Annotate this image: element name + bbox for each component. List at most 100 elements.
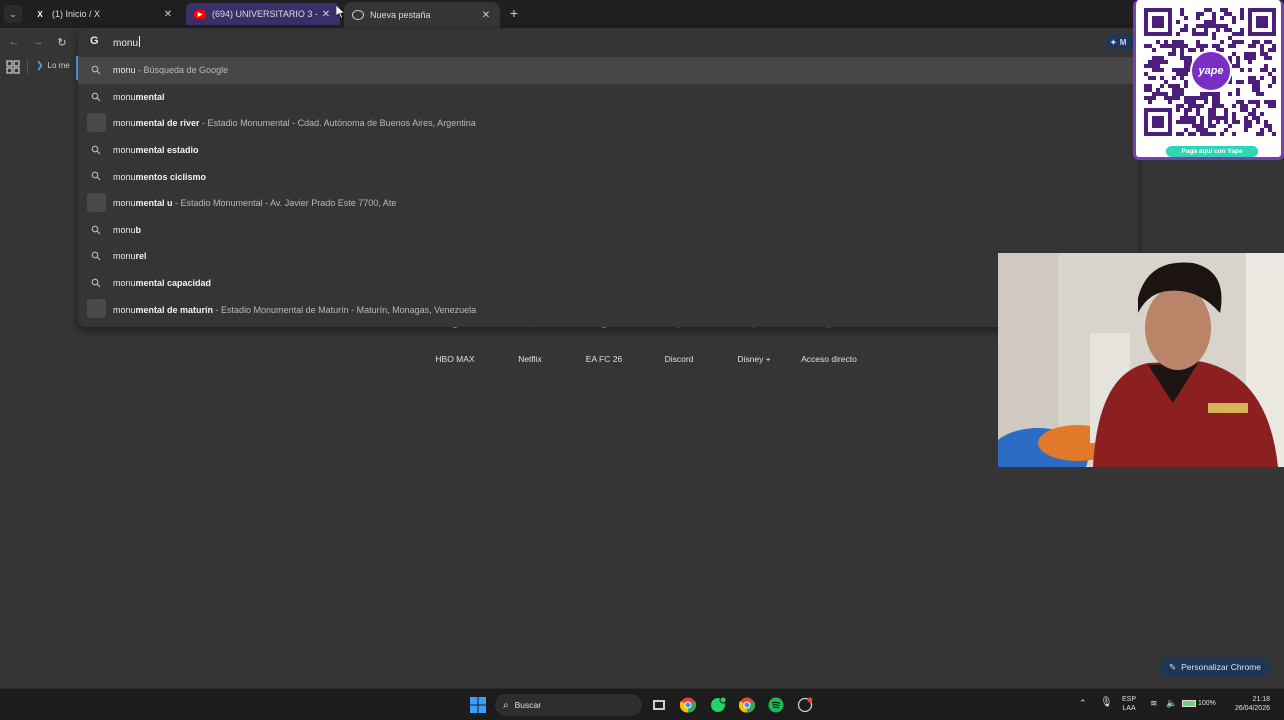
suggestion-row[interactable]: monumental u - Estadio Monumental - Av. … [78,190,1138,217]
language-indicator[interactable]: ESP LAA [1122,695,1136,713]
search-icon [91,251,101,261]
shortcut-hbo-max[interactable]: HBO MAX [420,322,490,364]
battery-percent: 100% [1198,700,1216,707]
search-icon [91,92,101,101]
suggestion-detail: - Búsqueda de Google [135,65,229,76]
taskbar: ⌕ Buscar ⌃ 🎙 ESP LAA ≋ 🔈 100% 21:18 26/0… [0,688,1284,720]
suggestion-detail: - Estadio Monumental - Cdad. Autónoma de… [199,118,476,129]
customize-chrome-button[interactable]: ✎ Personalizar Chrome [1159,657,1271,677]
suggestion-row[interactable]: monumental de maturín - Estadio Monument… [78,296,1138,323]
suggestion-typed: monu [113,91,136,102]
suggestion-typed: monu [113,278,136,289]
chrome-icon [352,10,364,20]
bookmarks-divider [27,60,28,74]
suggestion-row[interactable]: monub [78,217,1138,244]
shortcut-discord[interactable]: Discord [644,322,714,364]
place-thumbnail [87,113,106,133]
suggestion-text: monumental capacidad [113,278,211,288]
suggestion-detail: - Estadio Monumental de Maturín - Maturí… [213,304,477,315]
suggestion-row[interactable]: monu - Búsqueda de Google [78,57,1138,84]
suggestion-text: monumentos ciclismo [113,172,206,182]
battery-indicator[interactable]: 100% [1182,699,1216,708]
app-taskbar-icon[interactable] [795,695,815,715]
suggestion-text: monumental de river - Estadio Monumental… [113,118,476,128]
back-icon[interactable]: ← [6,34,22,50]
shortcut-label: Disney + [737,354,771,364]
new-tab-button[interactable]: + [506,5,522,21]
close-icon[interactable]: ✕ [320,9,332,20]
suggestion-typed: monu [113,198,136,209]
keyboard-layout: LAA [1122,705,1136,712]
search-icon [91,225,101,234]
search-icon [91,65,101,75]
shortcut-ea-fc-26[interactable]: EA FC 26 [569,322,639,364]
spotify-icon[interactable] [766,695,786,715]
suggestion-row[interactable]: monumentos ciclismo [78,163,1138,190]
mouse-cursor [336,5,346,19]
shortcut-netflix[interactable]: Netflix [495,322,565,364]
address-bar[interactable]: G monu [78,29,1138,55]
suggestion-typed: monu [113,304,136,315]
reload-icon[interactable]: ↻ [54,34,70,50]
volume-icon[interactable]: 🔈 [1166,699,1177,708]
customize-label: Personalizar Chrome [1181,662,1261,672]
suggestion-text: monub [113,225,141,235]
tab-x-home[interactable]: X (1) Inicio / X ✕ [26,3,182,25]
bookmark-item[interactable]: ❯ Lo me [36,60,70,71]
suggestion-row[interactable]: monurel [78,243,1138,270]
clock-time: 21:18 [1252,696,1270,703]
tab-search-button[interactable]: ⌄ [4,5,22,23]
wifi-icon[interactable]: ≋ [1150,699,1158,708]
language-code: ESP [1122,696,1137,703]
suggestion-list: monu - Búsqueda de Google monumental monum… [78,57,1138,323]
tab-youtube[interactable]: ▶ (694) UNIVERSITARIO 3 - 0 U. C ✕ [186,3,340,25]
tab-title: Nueva pestaña [370,10,431,20]
webcam-overlay [998,253,1284,467]
chrome-taskbar-icon[interactable] [678,695,698,715]
clock-date: 26/04/2026 [1234,705,1270,712]
shortcut-add[interactable]: Acceso directo [794,322,864,364]
windows-start-icon[interactable] [468,695,488,715]
shortcut-label: Netflix [518,354,542,364]
suggestion-typed: monu [113,145,136,156]
suggestion-completion: mental [135,91,165,102]
gemini-label: M [1119,37,1127,47]
suggestion-completion: mental u [135,198,173,209]
task-view-icon[interactable] [649,695,669,715]
place-thumbnail [87,192,106,212]
tab-new-tab[interactable]: Nueva pestaña ✕ [344,2,500,28]
youtube-icon: ▶ [194,9,206,19]
close-icon[interactable]: ✕ [162,9,174,20]
suggestion-completion: mentos ciclismo [135,171,207,182]
screen: ⌄ X (1) Inicio / X ✕ ▶ (694) UNIVERSITAR… [0,0,1284,720]
bookmark-label: Lo me [47,61,70,70]
suggestion-text: monumental estadio [113,145,199,155]
suggestion-row[interactable]: monumental capacidad [78,270,1138,297]
forward-icon[interactable]: → [30,34,46,50]
clock[interactable]: 21:18 26/04/2026 [1226,695,1270,713]
suggestion-typed: monu [113,65,136,76]
whatsapp-icon[interactable] [708,695,728,715]
shortcut-label: Acceso directo [801,354,857,364]
shortcut-disney-plus[interactable]: Disney + [719,322,789,364]
suggestion-completion: mental de river [135,118,200,129]
sparkle-icon: ✦ [1110,37,1117,47]
suggestion-typed: monu [113,118,136,129]
address-input[interactable]: monu [113,36,141,49]
pencil-icon: ✎ [1169,661,1177,672]
shortcut-label: HBO MAX [435,354,475,364]
taskbar-search[interactable]: ⌕ Buscar [495,694,642,716]
apps-grid-icon[interactable] [6,60,20,74]
close-icon[interactable]: ✕ [480,10,492,21]
gemini-button[interactable]: ✦ M [1106,34,1136,50]
chevron-up-icon[interactable]: ⌃ [1079,699,1087,708]
search-icon: ⌕ [503,699,509,711]
microphone-icon[interactable]: 🎙 [1100,698,1113,708]
chrome-active-icon[interactable] [737,695,757,715]
suggestion-typed: monu [113,251,136,262]
tab-title: (1) Inicio / X [52,9,101,19]
suggestion-typed: monu [113,224,136,235]
suggestion-row[interactable]: monumental estadio [78,137,1138,164]
suggestion-row[interactable]: monumental [78,84,1138,111]
suggestion-row[interactable]: monumental de river - Estadio Monumental… [78,110,1138,137]
